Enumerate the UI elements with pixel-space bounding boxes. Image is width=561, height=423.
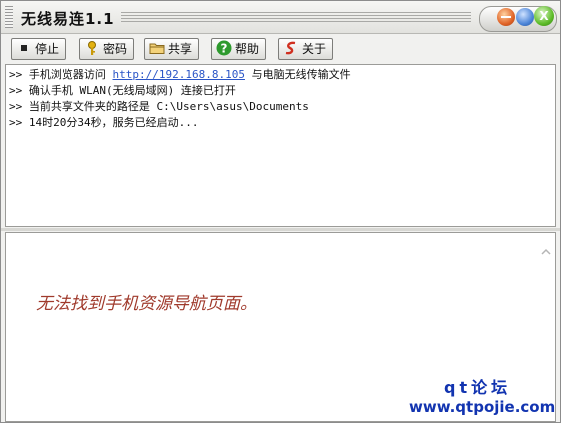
stop-button[interactable]: 停止 [11,38,67,60]
window-title: 无线易连1.1 [21,10,115,28]
device-url-link[interactable]: http://192.168.8.105 [113,68,245,81]
help-question-icon: ? [216,40,232,56]
log-line: >> 手机浏览器访问 http://192.168.8.105 与电脑无线传输文… [9,67,552,83]
log-prompt: >> [9,116,23,129]
minimize-icon [501,16,511,18]
watermark-url: www.qtpojie.com [409,398,556,416]
share-button[interactable]: 共享 [144,38,200,60]
chevron-up-icon[interactable] [541,246,551,256]
log-text: 当前共享文件夹的路径是 C:\Users\asus\Documents [28,100,309,113]
about-button[interactable]: 关于 [278,38,334,60]
about-label: 关于 [302,42,327,56]
log-prompt: >> [9,84,23,97]
about-info-icon [283,40,299,56]
vertical-scrollbar[interactable] [538,233,555,421]
log-text-suffix: 与电脑无线传输文件 [244,68,351,81]
log-text: 14时20分34秒，服务已经启动... [28,116,199,129]
maximize-button[interactable] [516,8,534,26]
close-button[interactable]: X [534,6,554,26]
folder-icon [149,40,165,56]
help-button[interactable]: ? 帮助 [211,38,267,60]
log-line: >> 当前共享文件夹的路径是 C:\Users\asus\Documents [9,99,552,115]
close-icon: X [539,9,549,23]
stop-square-icon [16,40,32,56]
log-text: 确认手机 WLAN(无线局域网) 连接已打开 [28,84,236,97]
svg-text:?: ? [221,42,228,56]
title-grip[interactable] [5,6,13,28]
stop-label: 停止 [35,42,60,56]
help-label: 帮助 [235,42,260,56]
log-prompt: >> [9,100,23,113]
error-message: 无法找到手机资源导航页面。 [36,294,257,314]
share-label: 共享 [168,42,193,56]
toolbar: 停止 密码 共享 ? 帮助 关于 [1,35,560,63]
log-prompt: >> [9,68,23,81]
log-output[interactable]: >> 手机浏览器访问 http://192.168.8.105 与电脑无线传输文… [5,64,556,227]
key-icon [84,40,100,56]
watermark-title: qt论坛 [444,378,512,397]
log-line: >> 确认手机 WLAN(无线局域网) 连接已打开 [9,83,552,99]
app-window: 无线易连1.1 X 停止 密码 共享 ? 帮助 关于 >> 手机浏览器访问 ht… [0,0,561,423]
minimize-button[interactable] [497,8,515,26]
title-bar-texture [121,12,471,22]
password-button[interactable]: 密码 [79,38,135,60]
password-label: 密码 [103,42,128,56]
title-bar[interactable]: 无线易连1.1 X [1,1,560,34]
log-line: >> 14时20分34秒，服务已经启动... [9,115,552,131]
log-text: 手机浏览器访问 [28,68,113,81]
pane-splitter[interactable] [1,228,560,231]
